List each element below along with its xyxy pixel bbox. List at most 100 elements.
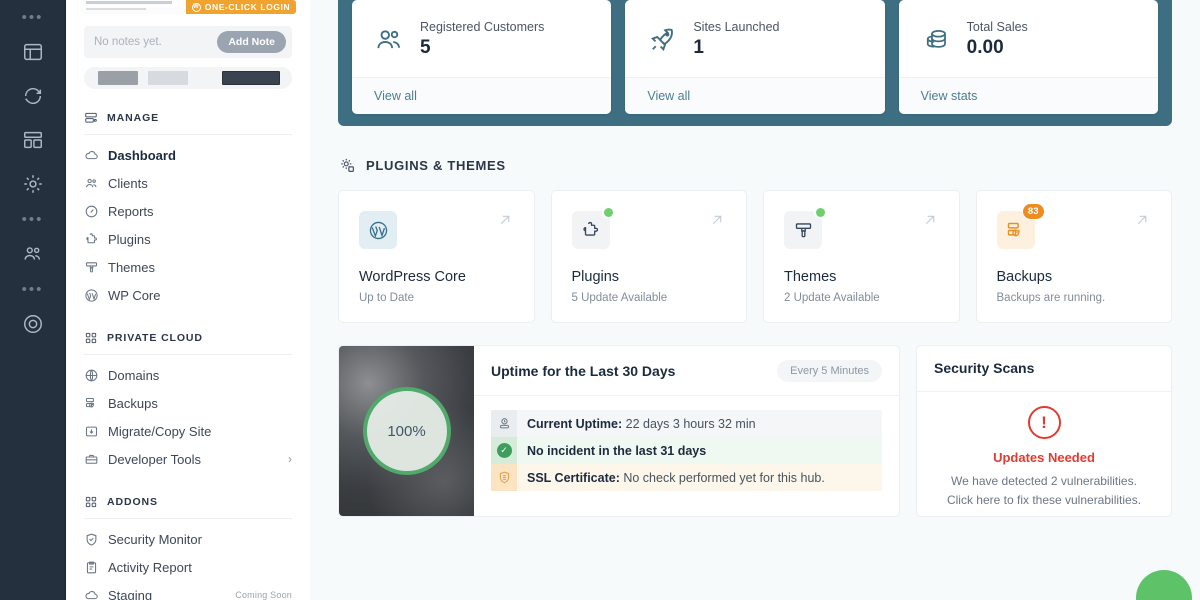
- tile-header: [571, 206, 727, 249]
- stat-text: Registered Customers 5: [420, 20, 544, 59]
- ssl-shield-icon: [491, 464, 517, 491]
- nav-section-header: MANAGE: [84, 111, 292, 135]
- sidebar-item-label: Themes: [108, 259, 155, 275]
- stats-banner: Registered Customers 5 View all Sites La…: [338, 0, 1172, 126]
- nav-section-header: ADDONS: [84, 495, 292, 519]
- lifebuoy-icon[interactable]: [10, 302, 56, 346]
- uptime-row-current-uptime: Current Uptime: 22 days 3 hours 32 min: [491, 410, 882, 437]
- help-fab[interactable]: [1136, 570, 1192, 600]
- add-note-button[interactable]: Add Note: [217, 31, 286, 53]
- panels-icon[interactable]: [10, 118, 56, 162]
- users-icon: [84, 176, 99, 191]
- site-banner: W ONE-CLICK LOGIN: [80, 0, 296, 14]
- gear-icon[interactable]: [10, 162, 56, 206]
- ellipsis-icon: •••: [21, 8, 44, 26]
- sidebar-item-label: Clients: [108, 175, 148, 191]
- layout-icon[interactable]: [10, 30, 56, 74]
- globe-icon: [84, 368, 99, 383]
- tile-title: Backups: [996, 269, 1053, 285]
- stat-card-total-sales: Total Sales 0.00 View stats: [898, 0, 1158, 114]
- stat-value: 5: [420, 37, 431, 58]
- plugins-themes-tiles: WordPress Core Up to Date Plugins 5 Upda…: [338, 190, 1172, 323]
- sidebar-item-themes[interactable]: Themes: [84, 253, 292, 281]
- sidebar-item-domains[interactable]: Domains: [84, 361, 292, 389]
- one-click-login-label: ONE-CLICK LOGIN: [204, 2, 291, 12]
- thumb-block: [222, 71, 280, 85]
- main-content: Registered Customers 5 View all Sites La…: [310, 0, 1200, 600]
- tile-subtitle: Up to Date: [359, 292, 414, 304]
- stat-link[interactable]: View all: [625, 77, 885, 114]
- uptime-row-text: Current Uptime: 22 days 3 hours 32 min: [517, 417, 756, 431]
- external-arrow-icon: [496, 211, 514, 234]
- sidebar-item-migrate-copy-site[interactable]: Migrate/Copy Site: [84, 417, 292, 445]
- wordpress-icon: [359, 211, 397, 249]
- nav-section-addons: ADDONS Security Monitor Activity Report …: [84, 495, 292, 600]
- thumbnail-strip: [84, 67, 292, 89]
- one-click-login-button[interactable]: W ONE-CLICK LOGIN: [186, 0, 296, 14]
- nav-section-header: PRIVATE CLOUD: [84, 331, 292, 355]
- section-title: PLUGINS & THEMES: [366, 157, 506, 173]
- stat-text: Total Sales 0.00: [967, 20, 1028, 59]
- sidebar-item-reports[interactable]: Reports: [84, 197, 292, 225]
- backup-icon: [84, 396, 99, 411]
- site-thumbnail: [80, 0, 186, 14]
- tile-wordpress-core[interactable]: WordPress Core Up to Date: [338, 190, 535, 323]
- update-dot-badge: [601, 206, 615, 219]
- uptime-clock-icon: [491, 410, 517, 437]
- uptime-row-value: 22 days 3 hours 32 min: [625, 416, 756, 431]
- uptime-row-text: SSL Certificate: No check performed yet …: [517, 471, 825, 485]
- icon-rail: ••• ••• •••: [0, 0, 66, 600]
- nav-section-title: ADDONS: [107, 496, 158, 508]
- tile-header: 83: [996, 203, 1152, 249]
- sidebar-item-wp-core[interactable]: WP Core: [84, 281, 292, 309]
- bottom-row: 100% Uptime for the Last 30 Days Every 5…: [338, 345, 1172, 517]
- security-description: We have detected 2 vulnerabilities. Clic…: [946, 474, 1142, 507]
- tile-subtitle: 2 Update Available: [784, 292, 880, 304]
- sidebar-item-label: Activity Report: [108, 559, 192, 575]
- refresh-icon[interactable]: [10, 74, 56, 118]
- sidebar-item-plugins[interactable]: Plugins: [84, 225, 292, 253]
- sidebar-item-backups[interactable]: Backups: [84, 389, 292, 417]
- sidebar-item-activity-report[interactable]: Activity Report: [84, 553, 292, 581]
- grid-icon: [84, 495, 98, 509]
- gauge-icon: [84, 204, 99, 219]
- tile-themes[interactable]: Themes 2 Update Available: [763, 190, 960, 323]
- stat-label: Sites Launched: [693, 20, 780, 34]
- thumb-block: [148, 71, 188, 85]
- sidebar-item-security-monitor[interactable]: Security Monitor: [84, 525, 292, 553]
- stat-body: Total Sales 0.00: [899, 0, 1158, 77]
- tile-subtitle: 5 Update Available: [571, 292, 668, 304]
- stat-value: 0.00: [966, 37, 1004, 58]
- tile-plugins[interactable]: Plugins 5 Update Available: [550, 190, 747, 323]
- sidebar-item-clients[interactable]: Clients: [84, 169, 292, 197]
- tile-backups[interactable]: 83 Backups Backups are running.: [975, 190, 1172, 323]
- sidebar-item-label: Dashboard: [108, 147, 176, 163]
- tile-subtitle: Backups are running.: [996, 292, 1106, 304]
- tile-title: Plugins: [571, 269, 620, 285]
- sidebar-item-label: Security Monitor: [108, 531, 202, 547]
- uptime-row-label: SSL Certificate:: [527, 470, 620, 485]
- backup-count-badge: 83: [1021, 203, 1045, 220]
- tile-title: WordPress Core: [359, 269, 466, 285]
- users-icon[interactable]: [10, 232, 56, 276]
- uptime-interval-pill[interactable]: Every 5 Minutes: [777, 360, 882, 382]
- sidebar-item-developer-tools[interactable]: Developer Tools ›: [84, 445, 292, 473]
- tile-icon-wrap: [571, 206, 615, 249]
- update-dot-badge: [814, 206, 827, 219]
- sidebar-item-dashboard[interactable]: Dashboard: [84, 141, 292, 169]
- stat-link[interactable]: View all: [352, 77, 612, 114]
- stat-card-registered-customers: Registered Customers 5 View all: [352, 0, 612, 114]
- uptime-body: Uptime for the Last 30 Days Every 5 Minu…: [474, 346, 899, 516]
- tile-header: [359, 211, 514, 249]
- toolbox-icon: [84, 452, 99, 467]
- grid-icon: [84, 331, 98, 345]
- sidebar-item-staging[interactable]: Staging Coming Soon: [84, 581, 292, 600]
- sidebar-item-label: Migrate/Copy Site: [108, 423, 212, 439]
- security-body[interactable]: ! Updates Needed We have detected 2 vuln…: [917, 392, 1171, 516]
- app-root: ••• ••• ••• W ONE-CLICK LOGIN No notes y…: [0, 0, 1200, 600]
- stat-label: Registered Customers: [420, 20, 545, 34]
- stat-link[interactable]: View stats: [898, 77, 1158, 114]
- sidebar-item-label: Domains: [108, 367, 160, 383]
- security-title: Security Scans: [934, 360, 1035, 376]
- cloud-icon: [84, 588, 99, 600]
